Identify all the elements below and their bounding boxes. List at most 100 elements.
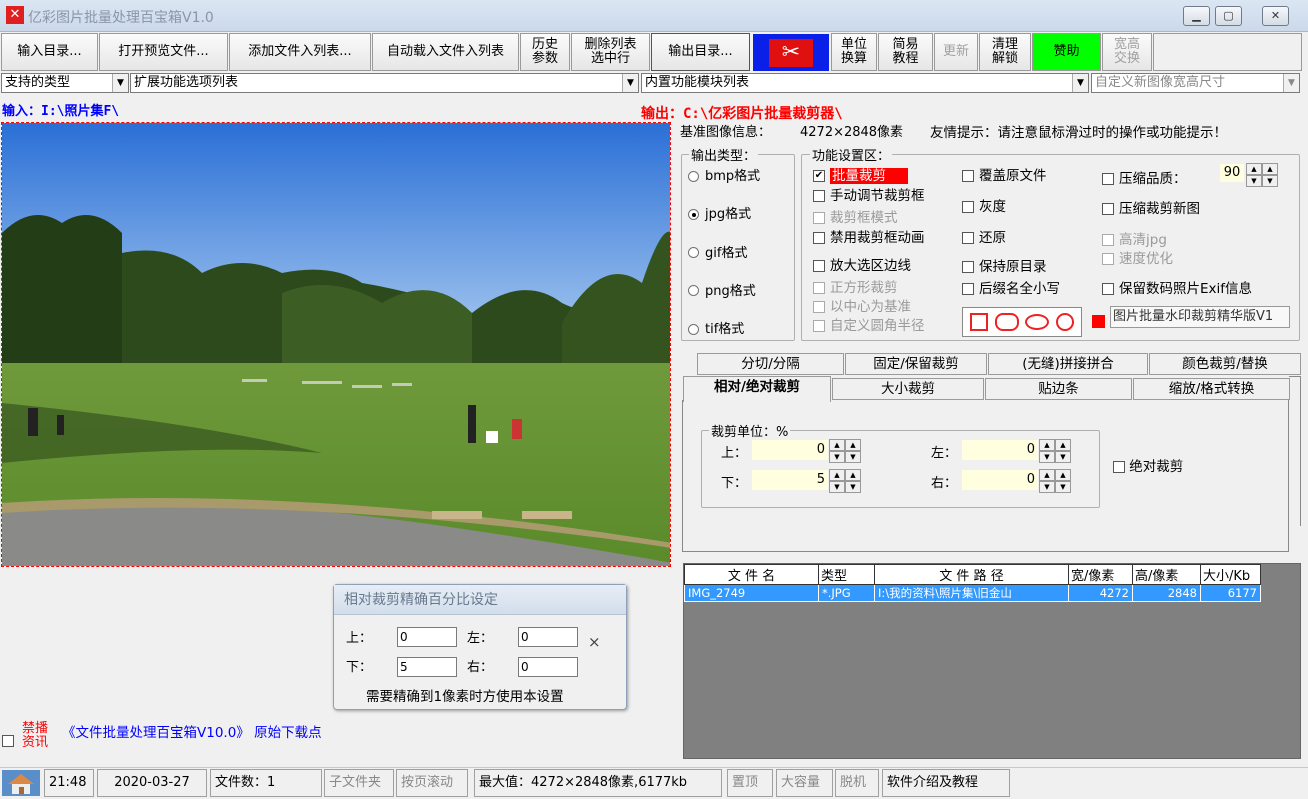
download-link[interactable]: 《文件批量处理百宝箱V10.0》 原始下载点 <box>62 721 322 741</box>
absolute-crop-checkbox[interactable]: 绝对裁剪 <box>1113 455 1183 475</box>
dialog-right-input[interactable]: 0 <box>518 657 578 677</box>
tutorial-button[interactable]: 简易 教程 <box>878 33 933 71</box>
dialog-left-input[interactable]: 0 <box>518 627 578 647</box>
checkbox-box <box>962 261 974 273</box>
ellipse-shape-icon[interactable] <box>1025 314 1050 330</box>
checkbox-box <box>813 212 825 224</box>
input-dir-button[interactable]: 输入目录... <box>1 33 98 71</box>
quality-spinner[interactable]: ▲ ▲ ▼ ▼ <box>1246 163 1278 187</box>
square-shape-icon[interactable] <box>970 313 989 331</box>
update-button[interactable]: 更新 <box>934 33 978 71</box>
function-checkbox[interactable]: 保留数码照片Exif信息 <box>1102 277 1252 297</box>
watermark-color-swatch[interactable] <box>1092 315 1105 328</box>
dialog-close-button[interactable]: × <box>588 633 601 651</box>
function-checkbox[interactable]: 保持原目录 <box>962 255 1047 275</box>
tab-row1-item[interactable]: 颜色裁剪/替换 <box>1149 353 1301 375</box>
auto-load-button[interactable]: 自动载入文件入列表 <box>372 33 519 71</box>
function-checkbox[interactable]: 自定义圆角半径 <box>813 314 925 334</box>
circle-shape-icon[interactable] <box>1055 313 1074 331</box>
history-params-button[interactable]: 历史 参数 <box>520 33 570 71</box>
output-type-radio[interactable]: png格式 <box>688 280 756 299</box>
function-checkbox[interactable]: 高清jpg <box>1102 228 1167 248</box>
offline-toggle[interactable]: 脱机 <box>835 769 879 797</box>
builtin-modules-dropdown[interactable]: 内置功能模块列表 ▼ <box>641 73 1089 93</box>
tab-row2-item[interactable]: 大小裁剪 <box>832 378 984 400</box>
radio-label: gif格式 <box>705 245 748 261</box>
tab-row2-item[interactable]: 相对/绝对裁剪 <box>683 376 831 402</box>
column-header[interactable]: 文 件 路 径 <box>874 564 1069 585</box>
function-checkbox[interactable]: 还原 <box>962 226 1006 246</box>
subfolder-toggle[interactable]: 子文件夹 <box>324 769 394 797</box>
function-checkbox[interactable]: 正方形裁剪 <box>813 276 898 296</box>
function-checkbox[interactable]: 裁剪框模式 <box>813 206 898 226</box>
minimize-button[interactable]: ▁ <box>1183 6 1210 26</box>
add-to-list-button[interactable]: 添加文件入列表... <box>229 33 371 71</box>
crop-right-spinner[interactable]: ▲ ▲ ▼ ▼ <box>1039 469 1071 493</box>
unit-convert-button[interactable]: 单位 换算 <box>831 33 877 71</box>
output-dir-button[interactable]: 输出目录... <box>651 33 750 71</box>
function-checkbox[interactable]: 速度优化 <box>1102 247 1173 267</box>
crop-bottom-spinner[interactable]: ▲ ▲ ▼ ▼ <box>829 469 861 493</box>
function-checkbox[interactable]: 禁用裁剪框动画 <box>813 226 925 246</box>
quality-input[interactable]: 90 <box>1220 164 1244 182</box>
scissors-icon: ✂ <box>769 38 813 67</box>
supported-types-dropdown[interactable]: 支持的类型 ▼ <box>1 73 129 93</box>
house-icon[interactable] <box>2 770 40 796</box>
pin-top-toggle[interactable]: 置顶 <box>727 769 773 797</box>
column-header[interactable]: 文 件 名 <box>684 564 819 585</box>
big-capacity-toggle[interactable]: 大容量 <box>776 769 833 797</box>
crop-top-spinner[interactable]: ▲ ▲ ▼ ▼ <box>829 439 861 463</box>
about-button[interactable]: 软件介绍及教程 <box>882 769 1010 797</box>
crop-left-input[interactable]: 0 <box>962 440 1038 460</box>
rounded-rect-shape-icon[interactable] <box>994 313 1019 331</box>
crop-top-input[interactable]: 0 <box>752 440 828 460</box>
column-header[interactable]: 宽/像素 <box>1068 564 1133 585</box>
crop-tool-button[interactable]: ✂ <box>753 34 829 71</box>
function-checkbox[interactable]: ✔ 批量裁剪 <box>813 164 908 184</box>
table-row[interactable]: IMG_2749 *.JPG I:\我的资料\照片集\旧金山 4272 2848 6177 <box>684 584 1261 602</box>
custom-size-dropdown[interactable]: 自定义新图像宽高尺寸 ▼ <box>1091 73 1300 93</box>
function-checkbox[interactable]: 压缩裁剪新图 <box>1102 197 1200 217</box>
function-checkbox[interactable]: 后缀名全小写 <box>962 277 1060 297</box>
shape-selector[interactable] <box>962 307 1082 337</box>
crop-right-input[interactable]: 0 <box>962 470 1038 490</box>
function-checkbox[interactable]: 放大选区边线 <box>813 254 911 274</box>
function-checkbox[interactable]: 以中心为基准 <box>813 295 911 315</box>
tab-row1-item[interactable]: (无缝)拼接拼合 <box>988 353 1148 375</box>
donate-button[interactable]: 赞助 <box>1032 33 1101 71</box>
maximize-button[interactable]: ▢ <box>1215 6 1242 26</box>
output-type-radio[interactable]: tif格式 <box>688 318 744 337</box>
ban-ad-checkbox[interactable] <box>2 733 14 748</box>
page-scroll-toggle[interactable]: 按页滚动 <box>396 769 468 797</box>
close-button[interactable]: ✕ <box>1262 6 1289 26</box>
delete-selected-button[interactable]: 删除列表 选中行 <box>571 33 650 71</box>
tab-row2-item[interactable]: 贴边条 <box>985 378 1132 400</box>
swap-wh-button[interactable]: 宽高 交换 <box>1102 33 1152 71</box>
output-type-radio[interactable]: bmp格式 <box>688 165 760 184</box>
function-checkbox[interactable]: 手动调节裁剪框 <box>813 184 925 204</box>
dialog-top-input[interactable]: 0 <box>397 627 457 647</box>
function-checkbox[interactable]: 灰度 <box>962 195 1006 215</box>
open-preview-button[interactable]: 打开预览文件... <box>99 33 228 71</box>
crop-left-spinner[interactable]: ▲ ▲ ▼ ▼ <box>1039 439 1071 463</box>
output-type-radio[interactable]: jpg格式 <box>688 203 751 222</box>
image-preview[interactable] <box>1 122 671 567</box>
checkbox-box <box>813 320 825 332</box>
window-title: 亿彩图片批量处理百宝箱V1.0 <box>28 10 214 26</box>
crop-bottom-input[interactable]: 5 <box>752 470 828 490</box>
output-type-radio[interactable]: gif格式 <box>688 242 747 261</box>
function-checkbox[interactable]: 压缩品质： <box>1102 167 1187 187</box>
column-header[interactable]: 类型 <box>818 564 875 585</box>
dialog-bottom-input[interactable]: 5 <box>397 657 457 677</box>
unlock-button[interactable]: 清理 解锁 <box>979 33 1031 71</box>
checkbox-label: 还原 <box>979 230 1006 246</box>
file-list[interactable]: 文 件 名类型文 件 路 径宽/像素 高/像素 大小/Kb IMG_2749 *.JP… <box>683 563 1301 759</box>
tab-row2-item[interactable]: 缩放/格式转换 <box>1133 378 1290 400</box>
tab-row1-item[interactable]: 分切/分隔 <box>697 353 844 375</box>
function-checkbox[interactable]: 覆盖原文件 <box>962 164 1047 184</box>
column-header[interactable]: 高/像素 <box>1132 564 1201 585</box>
column-header[interactable]: 大小/Kb <box>1200 564 1261 585</box>
tab-row1-item[interactable]: 固定/保留裁剪 <box>845 353 987 375</box>
extended-functions-dropdown[interactable]: 扩展功能选项列表 ▼ <box>130 73 639 93</box>
watermark-text-field[interactable]: 图片批量水印裁剪精华版V1 <box>1110 306 1290 328</box>
